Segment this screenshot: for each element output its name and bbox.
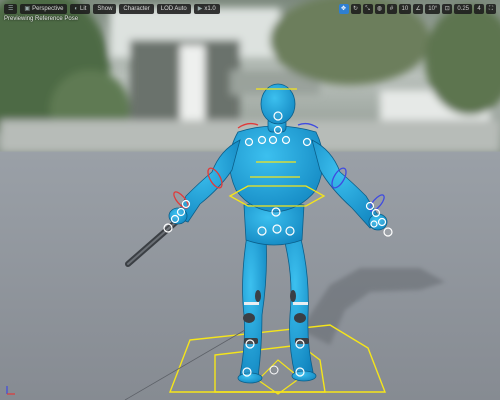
grid-size[interactable]: 10 [398, 4, 412, 14]
lod-button[interactable]: LOD Auto [156, 4, 191, 14]
axis-indicator-icon [6, 386, 15, 395]
play-icon: ▶ [197, 6, 203, 12]
angle-size[interactable]: 10° [425, 4, 441, 14]
viewport-options-button[interactable]: ☰ [4, 4, 18, 14]
scale-size[interactable]: 0.25 [454, 4, 472, 14]
playback-speed-label: x1.0 [204, 6, 216, 12]
lod-label: LOD Auto [160, 6, 187, 12]
maximize-icon[interactable]: ⛶ [486, 4, 496, 14]
sun-icon: ◐ [74, 6, 79, 12]
grid-snap-icon[interactable]: # [386, 4, 397, 14]
lit-label: Lit [80, 6, 87, 12]
show-button[interactable]: Show [93, 4, 117, 14]
perspective-button[interactable]: ▣ Perspective [20, 4, 68, 14]
perspective-label: Perspective [32, 6, 64, 12]
transform-toolbar: ✥ ↻ ⤡ ◍ #10 ∠ 10° ⊡ 0.25 4 ⛶ [338, 4, 496, 14]
angle-snap-icon[interactable]: ∠ [413, 4, 424, 14]
scale-icon[interactable]: ⤡ [362, 4, 373, 14]
rotate-icon[interactable]: ↻ [350, 4, 361, 14]
character-button[interactable]: Character [119, 4, 154, 14]
animation-viewport[interactable]: ☰ ▣ Perspective ◐ Lit Show Character LOD… [0, 0, 500, 400]
scale-snap-icon[interactable]: ⊡ [442, 4, 453, 14]
character-label: Character [123, 6, 150, 12]
globe-icon[interactable]: ◍ [374, 4, 385, 14]
hamburger-icon: ☰ [8, 6, 14, 12]
show-label: Show [97, 6, 113, 12]
viewport-mode-label: Previewing Reference Pose [4, 16, 79, 22]
camera-speed-icon[interactable]: 4 [474, 4, 484, 14]
lit-button[interactable]: ◐ Lit [70, 4, 91, 14]
camera-icon: ▣ [24, 6, 31, 12]
playback-speed-button[interactable]: ▶ x1.0 [193, 4, 220, 14]
viewport-toolbar: ☰ ▣ Perspective ◐ Lit Show Character LOD… [4, 4, 220, 14]
viewport-scene[interactable] [0, 0, 500, 400]
translate-icon[interactable]: ✥ [338, 4, 349, 14]
